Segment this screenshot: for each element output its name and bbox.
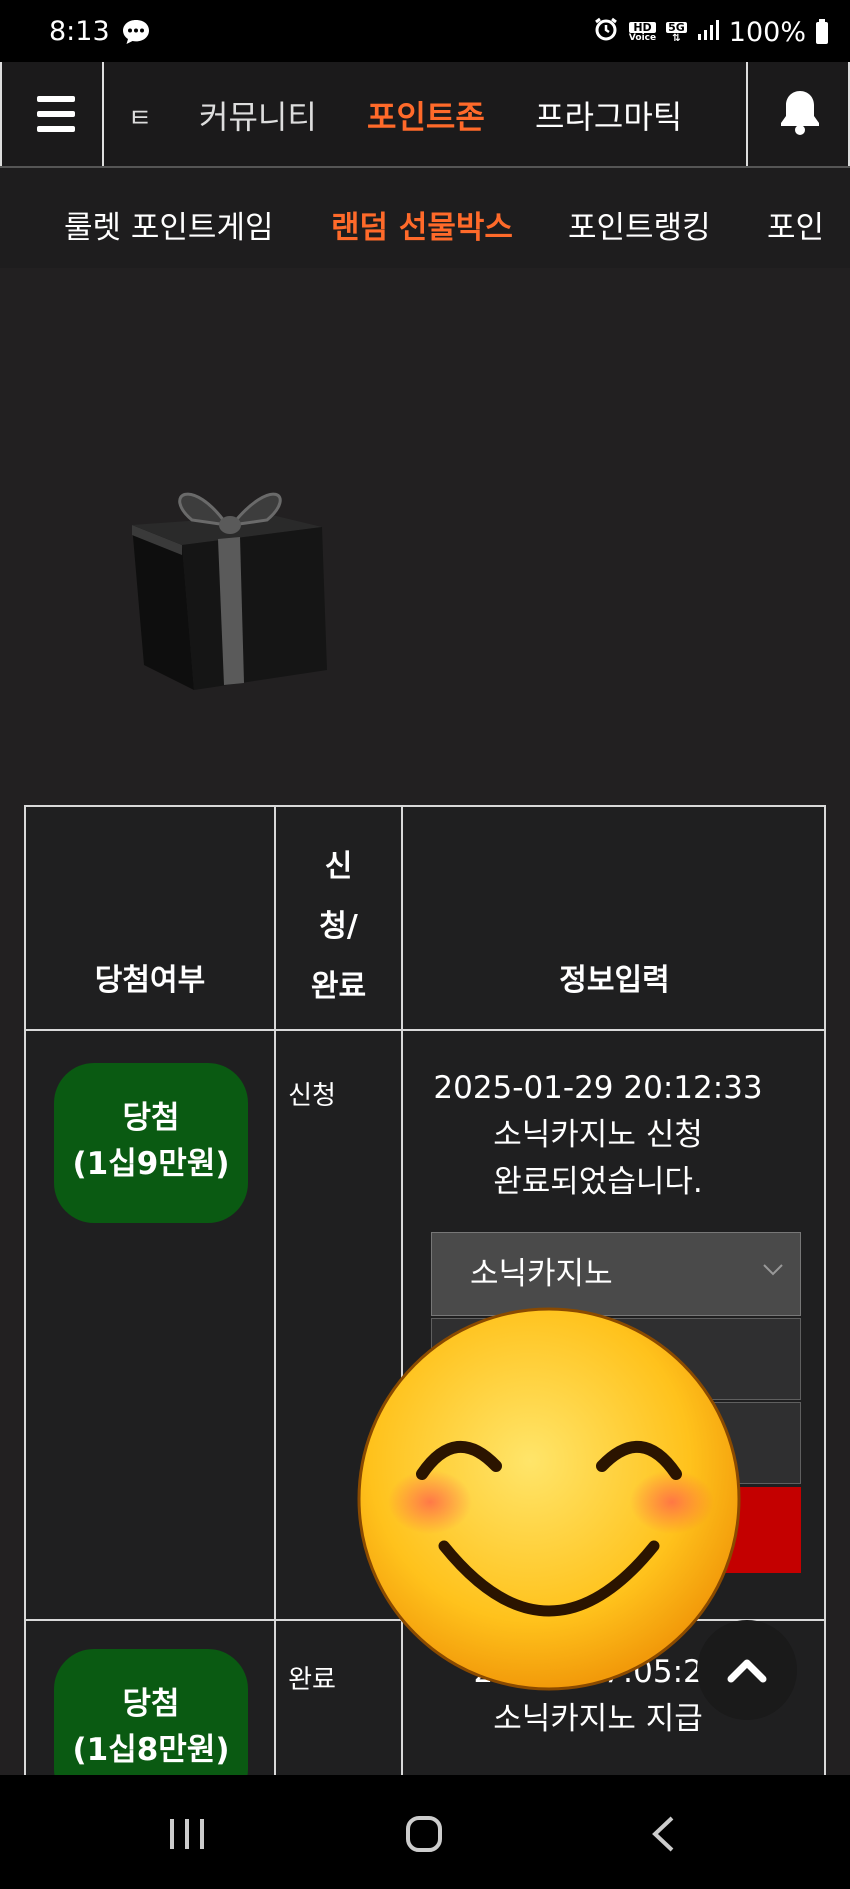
header-status-line: 완료 xyxy=(310,969,367,1004)
notification-button[interactable] xyxy=(746,62,850,166)
subnav-roulette[interactable]: 룰렛 포인트게임 xyxy=(64,202,274,247)
hd-label: HD xyxy=(628,21,657,33)
top-navigation: ㅌ 커뮤니티 포인트존 프라그마틱 xyxy=(0,62,850,168)
winner-badge: 당첨 (1십9만원) xyxy=(54,1063,248,1223)
nav-item-point-zone[interactable]: 포인트존 xyxy=(367,92,485,138)
header-info: 정보입력 xyxy=(559,963,670,998)
nav-item-community[interactable]: 커뮤니티 xyxy=(199,92,317,138)
chevron-up-icon xyxy=(727,1659,767,1683)
sub-navigation: 룰렛 포인트게임 랜덤 선물박스 포인트랭킹 포인 xyxy=(0,168,850,268)
chat-notification-icon xyxy=(121,18,151,53)
row-info: 2025-01-29 20:12:33 소닉카지노 신청 완료되었습니다. xyxy=(403,1065,793,1206)
recent-apps-icon[interactable] xyxy=(168,1817,206,1851)
casino-select[interactable]: 소닉카지노 xyxy=(431,1232,801,1316)
back-icon[interactable] xyxy=(650,1815,676,1853)
android-navigation-bar xyxy=(0,1775,850,1889)
info-line: 2025-01-29 20:12:33 xyxy=(433,1070,763,1106)
bell-icon xyxy=(781,91,819,135)
signal-icon xyxy=(697,17,719,48)
scroll-to-top-button[interactable] xyxy=(697,1620,797,1720)
header-status-line: 신 xyxy=(324,849,353,884)
info-line: 완료되었습니다. xyxy=(493,1164,703,1200)
badge-line: (1십9만원) xyxy=(72,1146,230,1182)
badge-line: 당첨 xyxy=(122,1100,180,1136)
gift-box-image xyxy=(122,465,332,699)
menu-bar xyxy=(37,126,75,132)
row-status: 완료 xyxy=(288,1665,336,1695)
header-status-line: 청/ xyxy=(319,909,358,944)
clock: 8:13 xyxy=(49,16,110,47)
nav-item-pragmatic[interactable]: 프라그마틱 xyxy=(535,92,682,138)
casino-select-value: 소닉카지노 xyxy=(470,1256,613,1292)
header-status: 신 청/ 완료 xyxy=(276,837,401,1017)
battery-percent: 100% xyxy=(728,17,806,48)
hamburger-menu-button[interactable] xyxy=(0,62,104,166)
chevron-down-icon xyxy=(763,1264,783,1276)
subnav-point-ranking[interactable]: 포인트랭킹 xyxy=(568,202,711,247)
home-icon[interactable] xyxy=(405,1815,443,1853)
smiley-emoji-sticker xyxy=(356,1306,742,1696)
network-label: 5G xyxy=(666,20,687,34)
battery-icon xyxy=(816,18,828,44)
hd-voice-icon: HD Voice xyxy=(628,21,657,44)
nav-item-partial[interactable]: ㅌ xyxy=(128,98,152,135)
info-line: 소닉카지노 신청 xyxy=(493,1117,703,1153)
menu-bar xyxy=(37,111,75,117)
row-status: 신청 xyxy=(288,1081,336,1111)
badge-line: (1십8만원) xyxy=(72,1732,230,1768)
status-bar: 8:13 HD Voice 5G ⇅ 100% xyxy=(0,0,850,62)
voice-label: Voice xyxy=(628,32,657,43)
badge-line: 당첨 xyxy=(122,1686,180,1722)
alarm-icon xyxy=(593,16,619,49)
subnav-partial[interactable]: 포인 xyxy=(767,202,824,247)
network-icon: 5G ⇅ xyxy=(666,20,687,44)
subnav-random-giftbox[interactable]: 랜덤 선물박스 xyxy=(331,202,513,247)
menu-bar xyxy=(37,96,75,102)
header-result: 당첨여부 xyxy=(94,963,206,998)
